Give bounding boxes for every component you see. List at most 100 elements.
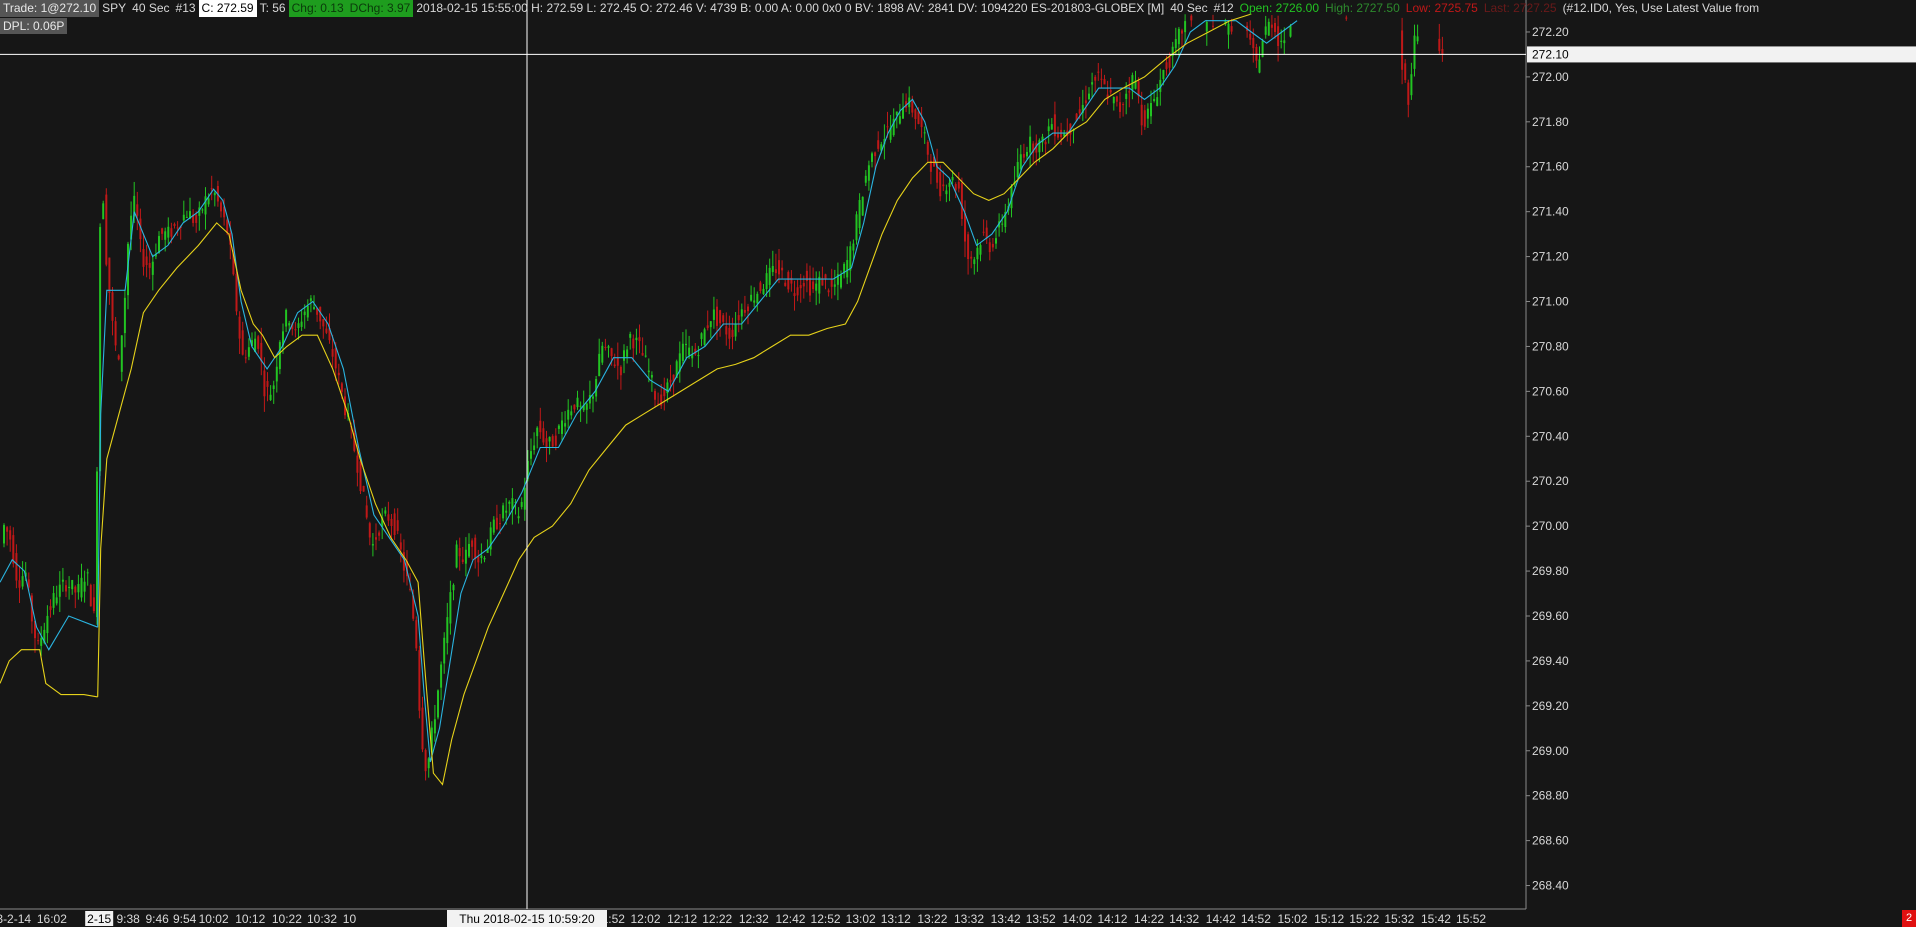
candle-body xyxy=(948,182,951,187)
candle-body xyxy=(297,323,300,328)
candle-body xyxy=(976,247,979,260)
candle-body xyxy=(1016,162,1019,178)
candle-body xyxy=(561,420,563,434)
candle-body xyxy=(685,343,687,346)
candle-body xyxy=(303,311,306,316)
time-tick-label: 14:12 xyxy=(1097,912,1127,926)
candle-body xyxy=(632,338,635,349)
high-value: High: 2727.50 xyxy=(1325,1,1400,15)
candle-body xyxy=(849,246,852,271)
price-tick-label: 271.20 xyxy=(1532,250,1569,264)
candle-body xyxy=(499,523,501,525)
candle-body xyxy=(1146,108,1149,119)
candle-body xyxy=(322,319,325,327)
candle-body xyxy=(533,445,536,451)
candle-body xyxy=(923,132,926,134)
candle-body xyxy=(306,305,309,318)
candle-body xyxy=(858,200,861,229)
candle-body xyxy=(1026,151,1028,157)
price-tick-label: 268.80 xyxy=(1532,789,1569,803)
alert-badge[interactable]: 2 xyxy=(1902,910,1916,927)
candle-body xyxy=(970,256,973,259)
time-tick-label: 14:22 xyxy=(1134,912,1164,926)
time-tick-label: 13:22 xyxy=(917,912,947,926)
candle-body xyxy=(427,758,430,769)
candle-body xyxy=(480,555,483,559)
time-tick-label: 12:12 xyxy=(667,912,697,926)
candle-body xyxy=(1103,79,1106,85)
candle-body xyxy=(1088,93,1090,100)
candle-body xyxy=(1274,22,1276,32)
candle-body xyxy=(616,357,619,366)
price-chart[interactable]: 272.20 272.00 271.80 271.60 271.40 271.20 271.… xyxy=(0,0,1916,927)
candle-body xyxy=(483,557,486,560)
time-tick-label: 12:22 xyxy=(702,912,732,926)
candle-body xyxy=(399,542,402,550)
candle-body xyxy=(654,391,656,400)
candle-body xyxy=(371,544,374,546)
candle-body xyxy=(207,198,210,205)
candle-body xyxy=(681,343,684,361)
candle-body xyxy=(964,213,966,242)
candle-body xyxy=(787,272,790,290)
time-tick-label: 15:42 xyxy=(1421,912,1451,926)
candle-body xyxy=(557,425,560,429)
candle-body xyxy=(362,485,365,492)
candle-body xyxy=(1162,70,1165,80)
candle-body xyxy=(288,323,291,326)
candle-body xyxy=(548,436,551,442)
candle-body xyxy=(86,572,89,574)
candle-body xyxy=(145,256,148,265)
candle-body xyxy=(719,310,722,324)
candle-body xyxy=(765,273,768,289)
candle-body xyxy=(1227,23,1230,35)
price-tick-label: 270.80 xyxy=(1532,339,1569,353)
candle-body xyxy=(269,394,272,401)
candle-body xyxy=(1022,153,1025,158)
candle-body xyxy=(201,209,204,211)
candle-body xyxy=(244,357,247,359)
candle-body xyxy=(784,282,787,286)
candle-body xyxy=(58,584,61,597)
candle-body xyxy=(592,396,594,399)
candle-body xyxy=(105,194,108,265)
candle-body xyxy=(235,273,238,312)
candle-body xyxy=(638,337,641,342)
candle-body xyxy=(449,592,452,624)
candle-body xyxy=(1001,223,1004,225)
candle-body xyxy=(176,227,179,229)
candle-body xyxy=(471,540,474,547)
price-tick-label: 269.80 xyxy=(1532,564,1569,578)
candle-body xyxy=(421,707,424,750)
candle-body xyxy=(613,364,616,367)
candle-body xyxy=(1267,21,1270,36)
candle-body xyxy=(874,152,877,157)
candle-body xyxy=(108,257,111,293)
candle-body xyxy=(1150,102,1152,117)
candle-body xyxy=(461,559,464,562)
candle-body xyxy=(1091,82,1094,85)
price-tick-label: 272.00 xyxy=(1532,70,1569,84)
candle-body xyxy=(1177,28,1180,45)
chart-number-2: #12 xyxy=(1213,1,1234,15)
candle-body xyxy=(102,203,105,220)
candle-body xyxy=(1153,98,1156,102)
candle-body xyxy=(762,288,765,295)
candle-body xyxy=(793,293,796,296)
candle-body xyxy=(1255,46,1258,61)
candle-body xyxy=(846,260,849,278)
candle-body xyxy=(520,501,523,507)
candle-body xyxy=(917,111,920,124)
time-tick-label: 12:02 xyxy=(630,912,660,926)
candle-body xyxy=(573,404,576,410)
candle-body xyxy=(554,435,557,446)
candle-body xyxy=(1205,21,1208,32)
candle-body xyxy=(623,350,625,361)
candle-body xyxy=(737,315,740,321)
candle-body xyxy=(37,640,40,642)
candle-body xyxy=(440,664,443,688)
candle-body xyxy=(864,175,867,183)
candle-body xyxy=(365,505,368,518)
candle-body xyxy=(1289,26,1292,37)
candle-body xyxy=(151,261,154,275)
